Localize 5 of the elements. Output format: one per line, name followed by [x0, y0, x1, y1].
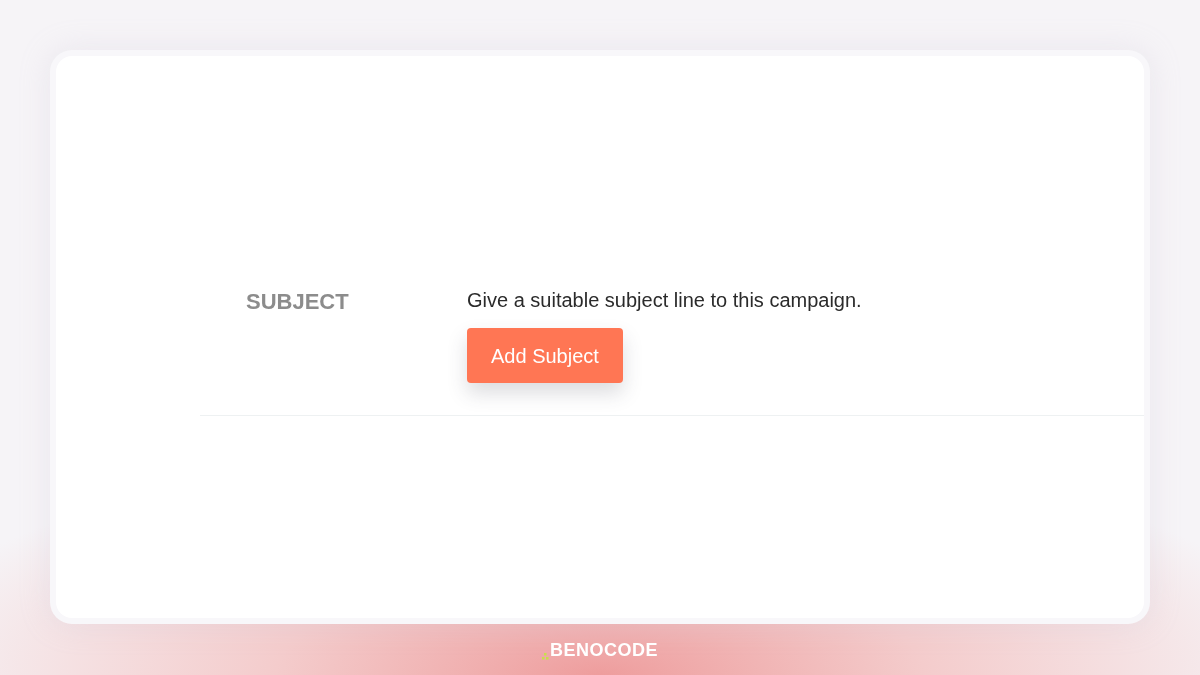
- dots-logo-icon: [542, 652, 549, 660]
- section-label: SUBJECT: [246, 288, 350, 316]
- add-subject-button[interactable]: Add Subject: [467, 328, 623, 383]
- brand-logo: BENOCODE: [550, 639, 658, 660]
- section-description: Give a suitable subject line to this campaign.: [467, 288, 862, 313]
